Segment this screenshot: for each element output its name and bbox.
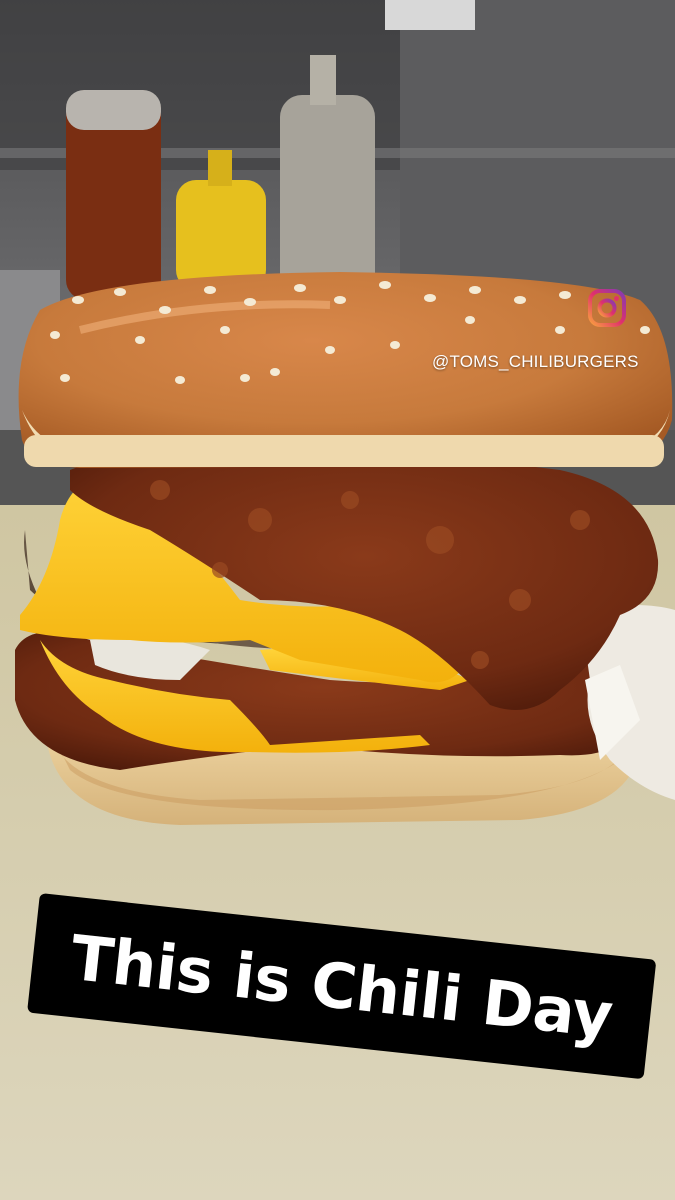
instagram-icon <box>588 289 626 327</box>
account-handle: @TOMS_CHILIBURGERS <box>432 352 639 371</box>
